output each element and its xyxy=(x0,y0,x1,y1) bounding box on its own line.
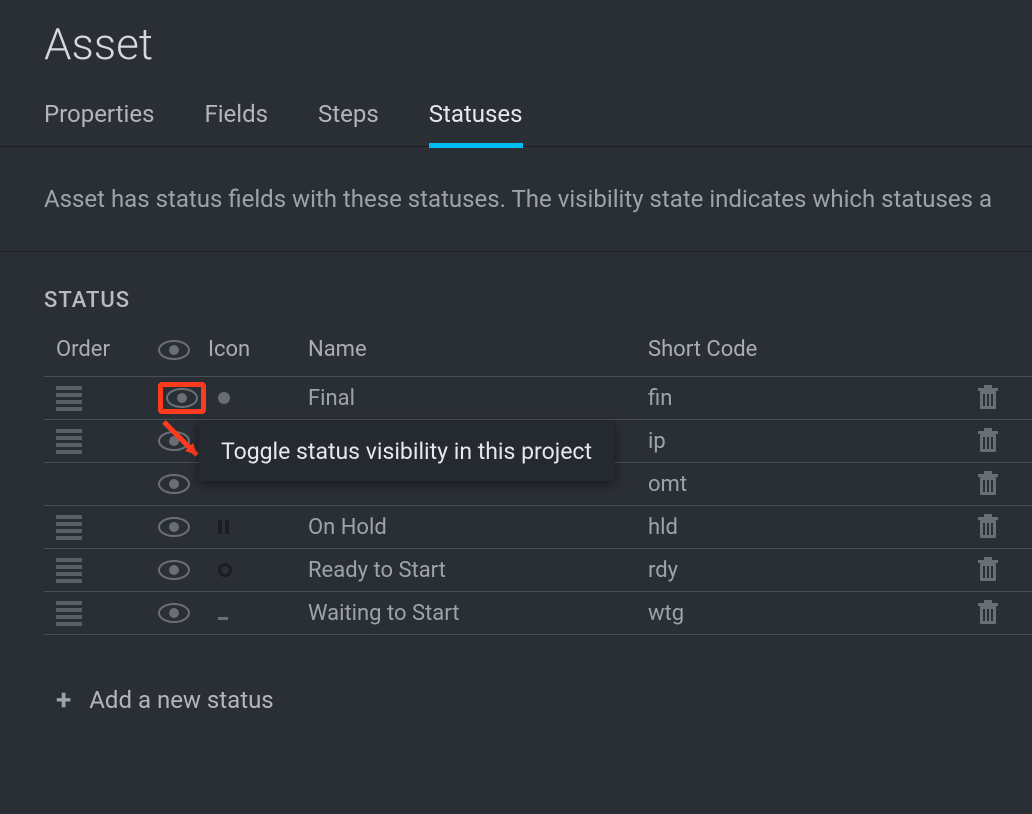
eye-icon xyxy=(158,340,190,360)
status-name: Ready to Start xyxy=(308,558,648,583)
trash-icon[interactable] xyxy=(976,428,1000,454)
trash-icon[interactable] xyxy=(976,557,1000,583)
drag-handle-icon[interactable] xyxy=(44,386,158,411)
trash-icon[interactable] xyxy=(976,600,1000,626)
status-name: Final xyxy=(308,386,648,411)
trash-icon[interactable] xyxy=(976,385,1000,411)
status-name: Waiting to Start xyxy=(308,601,648,626)
table-row: Ready to Start rdy xyxy=(44,549,1032,592)
tooltip: Toggle status visibility in this project xyxy=(199,422,614,481)
tab-statuses[interactable]: Statuses xyxy=(429,100,523,146)
table-row: Final fin Toggle status visibility in th… xyxy=(44,377,1032,420)
status-name: On Hold xyxy=(308,515,648,540)
status-code: ip xyxy=(648,429,944,454)
column-name: Name xyxy=(308,337,648,362)
drag-handle-icon[interactable] xyxy=(44,515,158,540)
trash-icon[interactable] xyxy=(976,471,1000,497)
status-table: Order Icon Name Short Code Final fin xyxy=(44,337,1032,635)
status-icon-underscore xyxy=(218,617,228,620)
status-icon-dot xyxy=(218,392,230,404)
status-code: hld xyxy=(648,515,944,540)
tab-fields[interactable]: Fields xyxy=(204,100,268,146)
trash-icon[interactable] xyxy=(976,514,1000,540)
page-title: Asset xyxy=(0,0,1032,100)
column-order: Order xyxy=(44,337,158,362)
eye-icon[interactable] xyxy=(158,517,190,537)
status-code: fin xyxy=(648,386,944,411)
add-status-button[interactable]: + Add a new status xyxy=(0,635,1032,716)
description-text: Asset has status fields with these statu… xyxy=(0,147,1032,252)
table-header: Order Icon Name Short Code xyxy=(44,337,1032,377)
eye-icon[interactable] xyxy=(158,474,190,494)
plus-icon: + xyxy=(56,683,71,716)
add-status-label: Add a new status xyxy=(89,686,273,714)
column-icon: Icon xyxy=(208,337,308,362)
tab-steps[interactable]: Steps xyxy=(318,100,379,146)
section-title: STATUS xyxy=(0,252,1032,337)
column-short-code: Short Code xyxy=(648,337,944,362)
drag-handle-icon[interactable] xyxy=(44,558,158,583)
visibility-highlight xyxy=(158,382,206,414)
status-code: wtg xyxy=(648,601,944,626)
drag-handle-icon[interactable] xyxy=(44,429,158,454)
status-icon-pause xyxy=(218,520,229,534)
status-icon-circle xyxy=(218,563,232,577)
eye-icon[interactable] xyxy=(158,603,190,623)
column-visibility xyxy=(158,340,208,360)
table-row: On Hold hld xyxy=(44,506,1032,549)
status-code: omt xyxy=(648,472,944,497)
tabs: Properties Fields Steps Statuses xyxy=(0,100,1032,147)
table-row: Waiting to Start wtg xyxy=(44,592,1032,635)
drag-handle-icon[interactable] xyxy=(44,601,158,626)
eye-icon[interactable] xyxy=(158,560,190,580)
tab-properties[interactable]: Properties xyxy=(44,100,154,146)
eye-icon[interactable] xyxy=(166,388,198,408)
status-code: rdy xyxy=(648,558,944,583)
